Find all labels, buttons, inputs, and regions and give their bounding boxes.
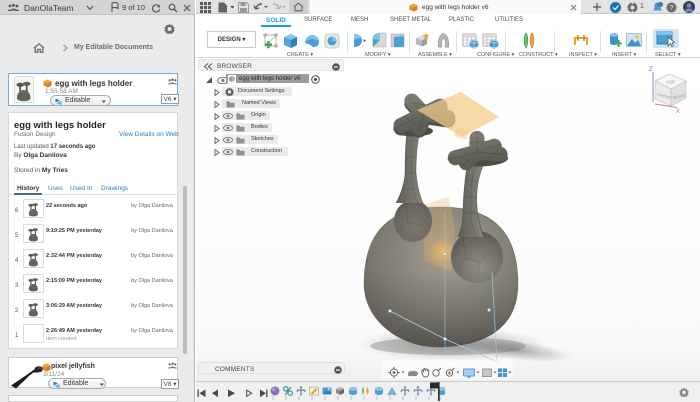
svg-text:Z: Z [649,67,653,73]
svg-text:TOP: TOP [666,80,675,85]
svg-text:X: X [676,109,680,115]
svg-text:?: ? [669,3,673,12]
